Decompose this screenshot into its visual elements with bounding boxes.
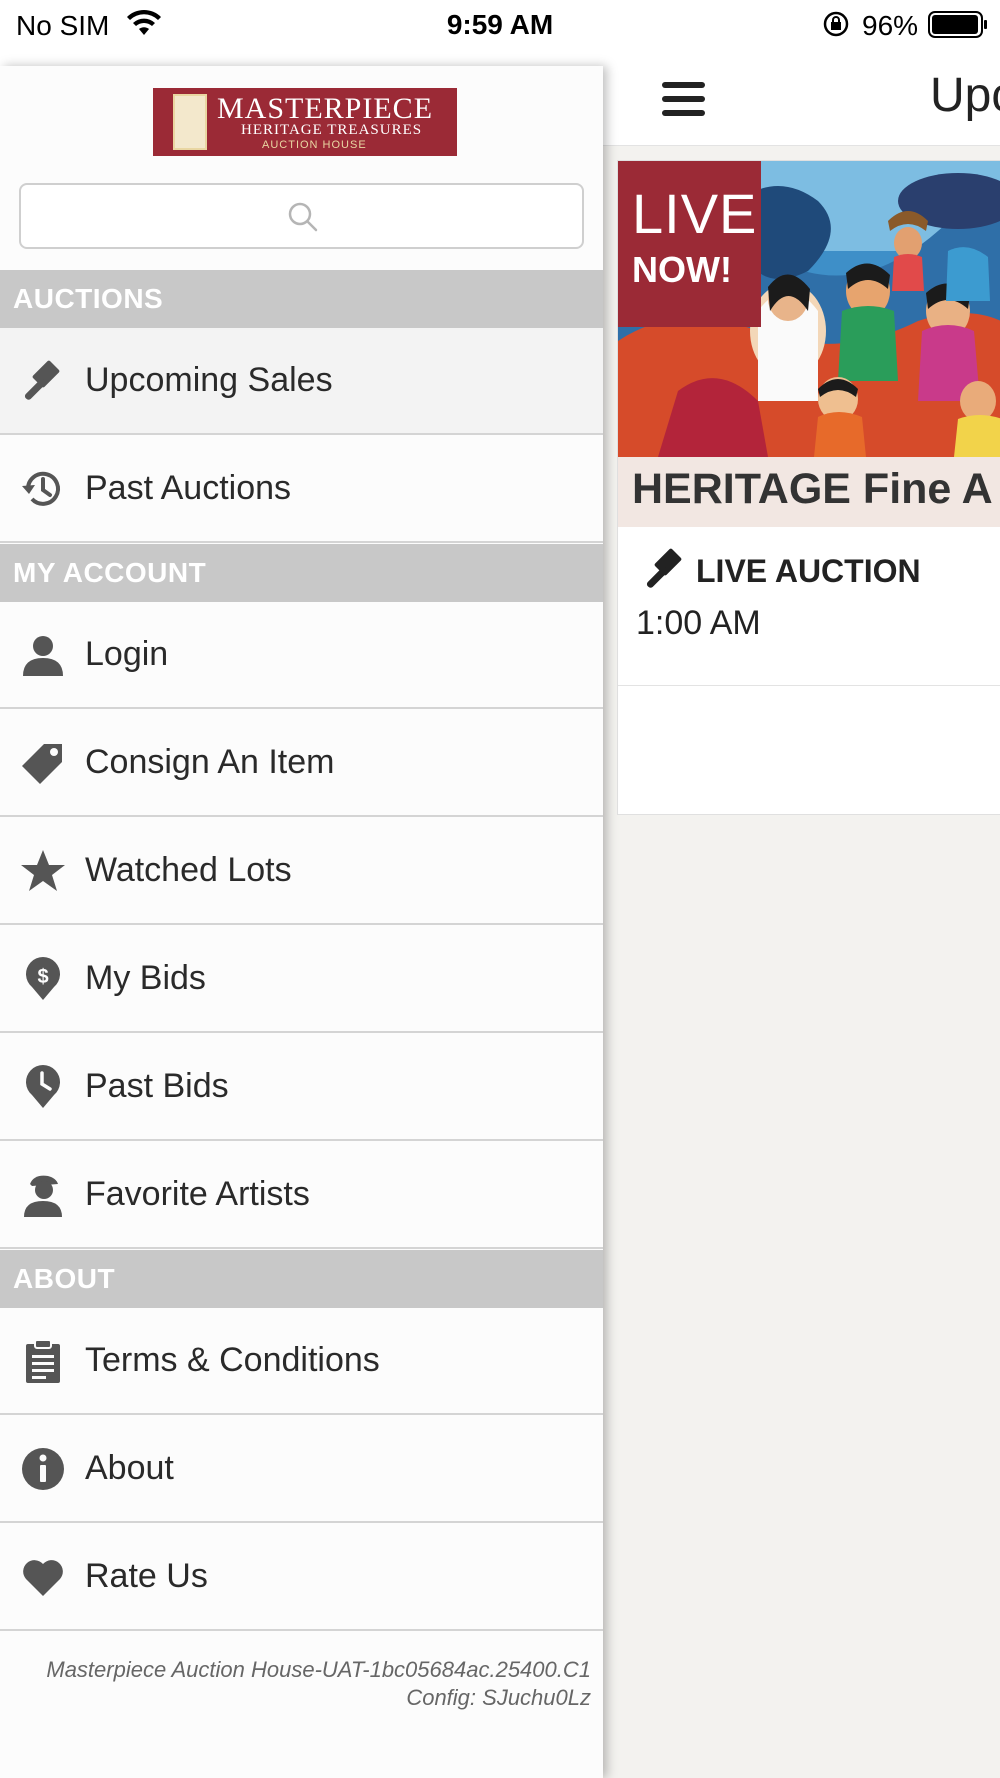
gavel-icon — [646, 548, 682, 588]
info-icon — [22, 1448, 64, 1490]
auction-title-band: HERITAGE Fine A — [618, 457, 1000, 527]
menu-item-rate-us[interactable]: Rate Us — [0, 1524, 603, 1631]
section-label: MY ACCOUNT — [13, 557, 207, 588]
logo-line3: AUCTION HOUSE — [262, 139, 367, 151]
menu-item-favorite-artists[interactable]: Favorite Artists — [0, 1142, 603, 1249]
menu-item-label: Watched Lots — [85, 851, 292, 889]
menu-item-label: Login — [85, 635, 169, 673]
menu-item-label: Terms & Conditions — [85, 1341, 380, 1379]
menu-item-label: Rate Us — [85, 1557, 208, 1595]
menu-item-label: Consign An Item — [85, 743, 335, 781]
svg-text:$: $ — [37, 966, 48, 988]
config-line: Config: SJuchu0Lz — [406, 1685, 591, 1710]
menu-item-label: Upcoming Sales — [85, 361, 333, 399]
search-icon — [288, 202, 318, 232]
auction-card[interactable]: HERITAGE Fine A LIVE NOW! LIVE AUCTION 1… — [617, 160, 1000, 815]
heart-icon — [23, 1560, 63, 1596]
logo-line1: MASTERPIECE — [217, 92, 434, 125]
battery-percent: 96% — [862, 10, 919, 41]
section-label: ABOUT — [13, 1263, 116, 1294]
star-icon — [21, 850, 65, 891]
menu-item-label: About — [85, 1449, 174, 1487]
live-now-badge: LIVE NOW! — [618, 161, 761, 327]
battery-icon — [928, 11, 987, 38]
live-badge-line2: NOW! — [632, 249, 732, 290]
live-badge-line1: LIVE — [632, 182, 758, 245]
section-header-my-account: MY ACCOUNT — [0, 544, 603, 602]
menu-item-my-bids[interactable]: $ My Bids — [0, 926, 603, 1033]
search-input[interactable] — [31, 193, 271, 241]
section-label: AUCTIONS — [13, 283, 164, 314]
clock: 9:59 AM — [446, 9, 554, 40]
auction-type-label: LIVE AUCTION — [696, 553, 921, 589]
logo-line2: HERITAGE TREASURES — [241, 122, 423, 138]
menu-item-label: Past Bids — [85, 1067, 229, 1105]
logo-emblem-icon — [173, 94, 207, 150]
menu-item-label: Past Auctions — [85, 469, 292, 507]
top-navigation-bar: Upc — [603, 66, 1000, 146]
menu-item-upcoming-sales[interactable]: Upcoming Sales — [0, 328, 603, 435]
menu-item-past-bids[interactable]: Past Bids — [0, 1034, 603, 1141]
menu-item-about[interactable]: About — [0, 1416, 603, 1523]
user-icon — [23, 636, 63, 676]
card-divider — [618, 685, 1000, 686]
auction-title: HERITAGE Fine A — [632, 465, 993, 513]
search-field[interactable] — [19, 183, 584, 249]
dollar-pin-icon: $ — [26, 957, 60, 1000]
auction-time: 1:00 AM — [636, 604, 761, 642]
side-drawer: MASTERPIECE HERITAGE TREASURES AUCTION H… — [0, 66, 603, 1778]
section-header-about: ABOUT — [0, 1250, 603, 1308]
menu-item-login[interactable]: Login — [0, 602, 603, 709]
section-header-auctions: AUCTIONS — [0, 270, 603, 328]
clipboard-icon — [26, 1339, 60, 1383]
menu-item-terms[interactable]: Terms & Conditions — [0, 1308, 603, 1415]
tag-icon — [22, 744, 62, 784]
menu-item-consign[interactable]: Consign An Item — [0, 710, 603, 817]
page-title: Upc — [930, 69, 1000, 122]
menu-item-watched-lots[interactable]: Watched Lots — [0, 818, 603, 925]
main-content: Upc — [603, 66, 1000, 1778]
menu-item-past-auctions[interactable]: Past Auctions — [0, 436, 603, 543]
gavel-icon — [24, 360, 60, 400]
clock-pin-icon — [26, 1065, 60, 1108]
status-bar: No SIM 9:59 AM 96% — [0, 0, 1000, 50]
menu-item-label: My Bids — [85, 959, 206, 997]
menu-item-label: Favorite Artists — [85, 1175, 310, 1213]
version-line: Masterpiece Auction House-UAT-1bc05684ac… — [46, 1657, 591, 1682]
history-icon — [22, 471, 60, 506]
artist-icon — [24, 1175, 62, 1217]
brand-logo: MASTERPIECE HERITAGE TREASURES AUCTION H… — [153, 88, 457, 156]
hamburger-menu-button[interactable] — [659, 76, 707, 122]
rotation-lock-icon — [823, 11, 849, 37]
version-footer: Masterpiece Auction House-UAT-1bc05684ac… — [46, 1656, 591, 1712]
